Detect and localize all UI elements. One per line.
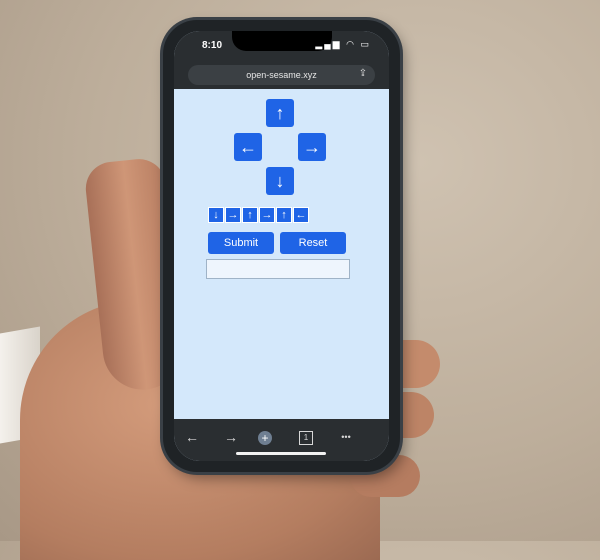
address-bar[interactable]: open-sesame.xyz ⇪	[188, 65, 375, 85]
share-icon[interactable]: ⇪	[357, 68, 369, 80]
status-time: 8:10	[202, 40, 223, 51]
sequence-arrow-icon: →	[225, 207, 241, 223]
signal-icon: ▂▄▆	[315, 39, 342, 49]
status-bar: 8:10 ▂▄▆ ◠ ▭	[174, 31, 389, 59]
sequence-arrow-icon: ↑	[276, 207, 292, 223]
reset-button[interactable]: Reset	[280, 232, 346, 254]
entered-sequence: ↓ → ↑ → ↑ ←	[208, 207, 309, 223]
sequence-arrow-icon: →	[259, 207, 275, 223]
page-content: ↑ ← → ↓ ↓ → ↑ → ↑ ← Submit Reset	[174, 89, 389, 419]
back-icon[interactable]: ←	[180, 427, 204, 447]
more-icon[interactable]: •••	[334, 427, 358, 447]
browser-toolbar: ← → + 1 •••	[174, 419, 389, 461]
status-icons: ▂▄▆ ◠ ▭	[315, 39, 371, 50]
address-bar-container: open-sesame.xyz ⇪	[174, 59, 389, 89]
tabs-icon[interactable]: 1	[299, 431, 313, 445]
submit-button[interactable]: Submit	[208, 232, 274, 254]
forward-icon[interactable]: →	[219, 427, 243, 447]
sequence-arrow-icon: ↑	[242, 207, 258, 223]
new-tab-icon[interactable]: +	[258, 431, 272, 445]
battery-icon: ▭	[360, 39, 371, 49]
phone: 8:10 ▂▄▆ ◠ ▭ open-sesame.xyz ⇪ ↑ ← → ↓ ↓…	[163, 20, 400, 472]
sequence-arrow-icon: ↓	[208, 207, 224, 223]
wifi-icon: ◠	[346, 39, 356, 49]
up-arrow-button[interactable]: ↑	[266, 99, 294, 127]
url-text: open-sesame.xyz	[246, 70, 317, 80]
down-arrow-button[interactable]: ↓	[266, 167, 294, 195]
left-arrow-button[interactable]: ←	[234, 133, 262, 161]
sequence-arrow-icon: ←	[293, 207, 309, 223]
code-input[interactable]	[206, 259, 350, 279]
home-indicator	[236, 452, 326, 455]
phone-screen: 8:10 ▂▄▆ ◠ ▭ open-sesame.xyz ⇪ ↑ ← → ↓ ↓…	[174, 31, 389, 461]
right-arrow-button[interactable]: →	[298, 133, 326, 161]
